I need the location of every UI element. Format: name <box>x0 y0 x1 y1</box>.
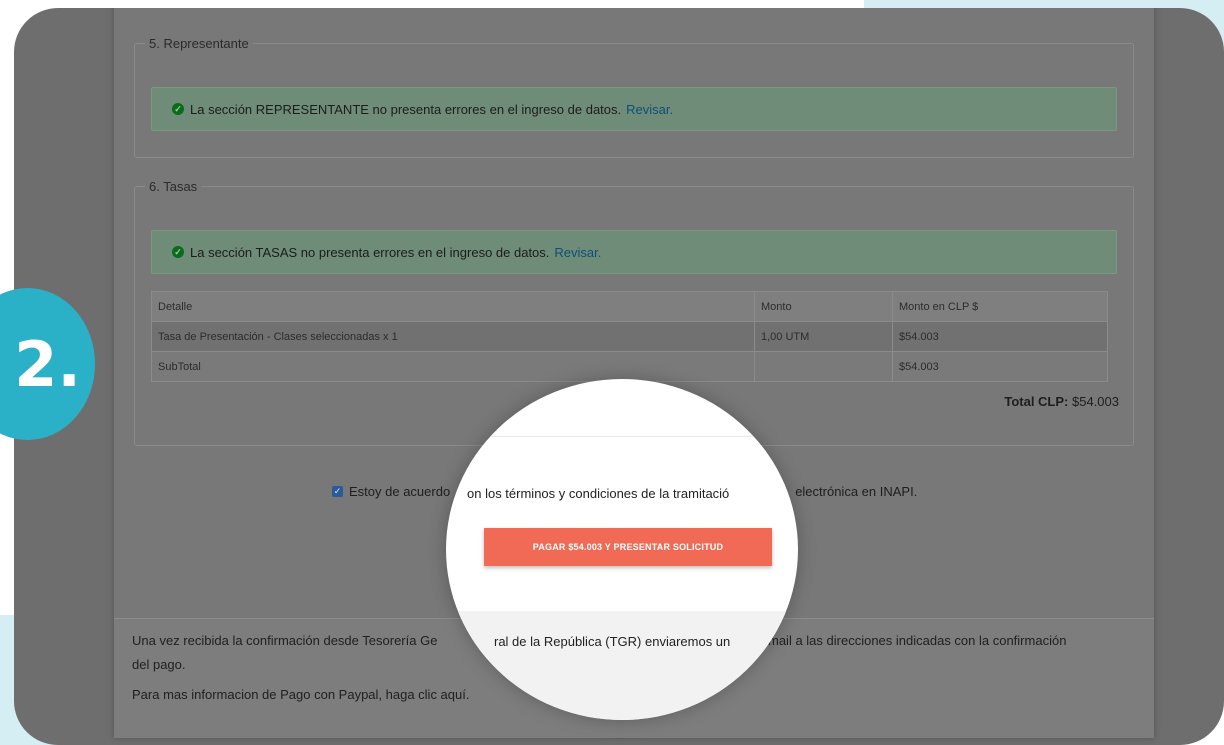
terms-text-left: Estoy de acuerdo <box>349 484 451 499</box>
total-label: Total CLP: <box>1004 394 1069 409</box>
table-cell: Tasa de Presentación - Clases selecciona… <box>151 321 755 352</box>
revisar-link[interactable]: Revisar. <box>554 245 601 260</box>
table-header-row: Detalle Monto Monto en CLP $ <box>151 291 1108 322</box>
table-cell: $54.003 <box>892 321 1108 352</box>
revisar-link[interactable]: Revisar. <box>626 102 673 117</box>
table-row: Tasa de Presentación - Clases selecciona… <box>151 321 1108 352</box>
success-alert-tasas: ✓ La sección TASAS no presenta errores e… <box>151 230 1117 274</box>
alert-text: La sección TASAS no presenta errores en … <box>190 244 550 260</box>
column-header: Monto en CLP $ <box>892 291 1108 322</box>
divider <box>470 436 780 437</box>
tasas-table: Detalle Monto Monto en CLP $ Tasa de Pre… <box>151 291 1108 382</box>
magnified-footer-text: ral de la República (TGR) enviaremos un <box>494 634 731 649</box>
column-header: Monto <box>754 291 893 322</box>
table-cell <box>754 351 893 382</box>
table-cell: $54.003 <box>892 351 1108 382</box>
section-representante: 5. Representante ✓ La sección REPRESENTA… <box>134 36 1134 158</box>
step-number: 2. <box>14 327 81 401</box>
magnified-terms-text: on los términos y condiciones de la tram… <box>467 486 730 501</box>
check-circle-icon: ✓ <box>172 246 184 258</box>
terms-text-right: electrónica en INAPI. <box>795 484 918 499</box>
table-cell: 1,00 UTM <box>754 321 893 352</box>
section-legend-representante: 5. Representante <box>149 36 249 51</box>
pay-and-submit-button[interactable]: PAGAR $54.003 Y PRESENTAR SOLICITUD <box>484 528 772 566</box>
terms-checkbox[interactable]: ✓ <box>332 486 343 497</box>
footer-line-end: mail a las direcciones indicadas con la … <box>768 633 1067 648</box>
total-value: $54.003 <box>1072 394 1119 409</box>
table-row: SubTotal $54.003 <box>151 351 1108 382</box>
total-amount: Total CLP: $54.003 <box>1004 394 1119 409</box>
column-header: Detalle <box>151 291 755 322</box>
success-alert-representante: ✓ La sección REPRESENTANTE no presenta e… <box>151 87 1117 131</box>
paypal-info-text[interactable]: Para mas informacion de Pago con Paypal,… <box>132 687 469 702</box>
alert-text: La sección REPRESENTANTE no presenta err… <box>190 101 622 117</box>
magnified-footer-bg <box>446 611 798 720</box>
check-circle-icon: ✓ <box>172 103 184 115</box>
footer-line-2: del pago. <box>132 657 186 672</box>
footer-line-start: Una vez recibida la confirmación desde T… <box>132 633 438 648</box>
magnified-spotlight: on los términos y condiciones de la tram… <box>446 379 798 720</box>
table-cell: SubTotal <box>151 351 755 382</box>
section-legend-tasas: 6. Tasas <box>149 179 198 194</box>
